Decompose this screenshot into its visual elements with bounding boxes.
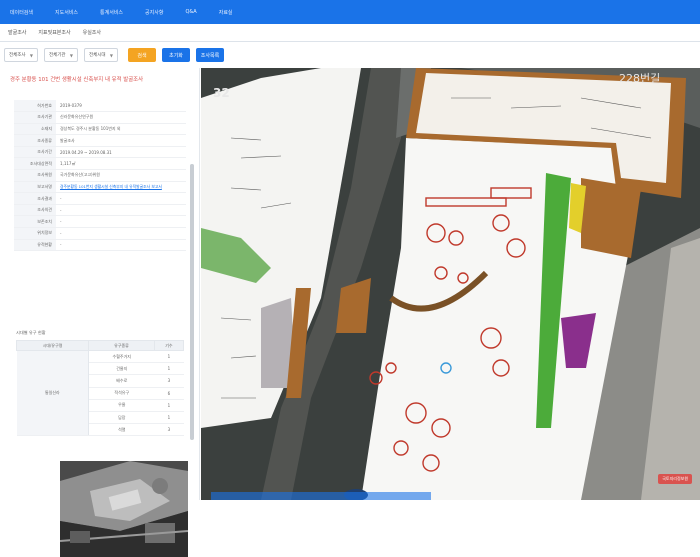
search-toolbar: 전체조사 ▼ 전체기관 ▼ 전체시대 ▼ 검색 초기화 조사목록	[0, 44, 700, 66]
report-link[interactable]: 경주분황동 101번지 생활시설 신축부지 내 유적발굴조사 보고서	[56, 181, 186, 194]
feature-count: 1	[154, 411, 184, 425]
feature-type: 건물지	[88, 362, 155, 376]
excavation-photo[interactable]	[60, 461, 188, 557]
map-bottom-bar	[211, 492, 431, 500]
row-key: 조사종류	[14, 134, 56, 147]
map-source-badge: 국토지리정보원	[658, 474, 692, 484]
row-key: 조사위원	[14, 169, 56, 182]
institution-value: 전체기관	[49, 53, 66, 58]
survey-detail-panel: 경주 분황동 101 건번 생활시설 신축부지 내 유적 발굴조사 허가번호 20…	[0, 68, 200, 557]
feature-count: 3	[154, 374, 184, 388]
feature-type: 담장	[88, 411, 155, 425]
column-header: 유구종류	[88, 340, 155, 351]
search-button[interactable]: 검색	[128, 48, 156, 62]
features-label: 시대별 유구 현황	[16, 330, 46, 335]
reset-button[interactable]: 초기화	[162, 48, 190, 62]
panel-scrollbar[interactable]	[190, 164, 194, 440]
row-key: 보고서명	[14, 181, 56, 194]
row-key: 조사의견	[14, 204, 56, 217]
table-row: 보고서명 경주분황동 101번지 생활시설 신축부지 내 유적발굴조사 보고서	[14, 181, 186, 194]
table-row: 통일신라 수혈주거지 1	[16, 350, 184, 437]
row-value: 2019.04.29 ~ 2019.08.31	[56, 146, 186, 159]
table-row: 조사위원 국가문화유산(고고)위원	[14, 169, 186, 182]
row-value: 신라문화유산연구원	[56, 111, 186, 124]
map-view[interactable]: 32 228번길 국토지리정보원	[201, 68, 700, 500]
chevron-down-icon: ▼	[109, 52, 113, 58]
table-row: 조사기간 2019.04.29 ~ 2019.08.31	[14, 146, 186, 159]
table-row: 조사결과 -	[14, 192, 186, 205]
row-key: 조사대상면적	[14, 157, 56, 171]
photo-image	[60, 461, 188, 557]
table-row: 유적현황 -	[14, 239, 186, 252]
table-header-row: 시대/유구명 유구종류 기수	[15, 340, 185, 351]
era-value: 전체시대	[89, 53, 106, 58]
sub-navigation: 발굴조사 지표및표본조사 유실조사	[0, 24, 700, 42]
row-value: -	[56, 215, 186, 229]
era-group-cell: 통일신라	[16, 350, 90, 437]
tab-excavation[interactable]: 발굴조사	[8, 29, 26, 36]
table-row: 허가번호 2019-0379	[14, 100, 186, 113]
table-row: 보존조치 -	[14, 215, 186, 229]
row-key: 유적현황	[14, 239, 56, 252]
map-canvas	[201, 68, 700, 500]
chevron-down-icon: ▼	[69, 52, 73, 58]
row-value: 발굴조사	[56, 134, 186, 147]
table-row: 조사대상면적 1,117㎡	[14, 157, 186, 171]
road-label: 228번길	[619, 72, 661, 85]
block-number-label: 32	[213, 86, 230, 100]
feature-count: 1	[154, 399, 184, 412]
row-key: 조사기관	[14, 111, 56, 124]
survey-info-table: 허가번호 2019-0379 조사기관 신라문화유산연구원 소재지 경상북도 경주시 …	[14, 100, 186, 252]
feature-type: 우물	[88, 399, 155, 412]
nav-item-qna[interactable]: Q&A	[185, 9, 196, 15]
nav-item-notice[interactable]: 공지사항	[145, 9, 163, 16]
row-value: 국가문화유산(고고)위원	[56, 169, 186, 182]
survey-title: 경주 분황동 101 건번 생활시설 신축부지 내 유적 발굴조사	[10, 77, 144, 83]
nav-item-archive[interactable]: 자료실	[219, 9, 233, 16]
scrollbar-thumb[interactable]	[190, 164, 194, 440]
row-value: 2019-0379	[56, 100, 186, 113]
nav-item-map-service[interactable]: 지도서비스	[55, 9, 78, 16]
row-value: -	[56, 204, 186, 217]
row-key: 조사결과	[14, 192, 56, 205]
features-table: 시대/유구명 유구종류 기수 통일신라 수혈주거지 1 건물지 1 배수로 3 적석…	[15, 340, 185, 437]
survey-list-button[interactable]: 조사목록	[196, 48, 224, 62]
column-header: 기수	[153, 340, 185, 351]
row-key: 허가번호	[14, 100, 56, 113]
survey-type-select[interactable]: 전체조사 ▼	[4, 48, 38, 62]
row-key: 위치정보	[14, 227, 56, 240]
table-row: 조사의견 -	[14, 204, 186, 217]
row-value: -	[56, 227, 186, 240]
nav-item-data-search[interactable]: 데이터검색	[10, 9, 33, 16]
feature-type: 적석유구	[88, 387, 155, 400]
era-select[interactable]: 전체시대 ▼	[84, 48, 118, 62]
feature-count: 1	[154, 350, 184, 364]
feature-type: 배수로	[88, 374, 155, 388]
chevron-down-icon: ▼	[29, 52, 33, 58]
tab-loss-survey[interactable]: 유실조사	[83, 29, 101, 36]
feature-count: 6	[154, 387, 184, 400]
institution-select[interactable]: 전체기관 ▼	[44, 48, 78, 62]
row-value: -	[56, 192, 186, 205]
table-row: 조사종류 발굴조사	[14, 134, 186, 147]
row-value: -	[56, 239, 186, 252]
table-row: 소재지 경상북도 경주시 분황동 101번지 외	[14, 123, 186, 136]
feature-type: 수혈주거지	[88, 350, 155, 364]
feature-count: 3	[154, 423, 184, 437]
row-value: 1,117㎡	[56, 157, 186, 171]
top-navigation: 데이터검색 지도서비스 통계서비스 공지사항 Q&A 자료실	[0, 0, 700, 24]
row-key: 소재지	[14, 123, 56, 136]
table-row: 조사기관 신라문화유산연구원	[14, 111, 186, 124]
row-value: 경상북도 경주시 분황동 101번지 외	[56, 123, 186, 136]
column-header: 시대/유구명	[15, 340, 90, 351]
feature-count: 1	[154, 362, 184, 376]
nav-item-statistics[interactable]: 통계서비스	[100, 9, 123, 16]
survey-type-value: 전체조사	[9, 53, 26, 58]
row-key: 보존조치	[14, 215, 56, 229]
row-key: 조사기간	[14, 146, 56, 159]
tab-surface-survey[interactable]: 지표및표본조사	[38, 29, 70, 36]
feature-type: 석렬	[88, 423, 155, 437]
table-row: 위치정보 -	[14, 227, 186, 240]
